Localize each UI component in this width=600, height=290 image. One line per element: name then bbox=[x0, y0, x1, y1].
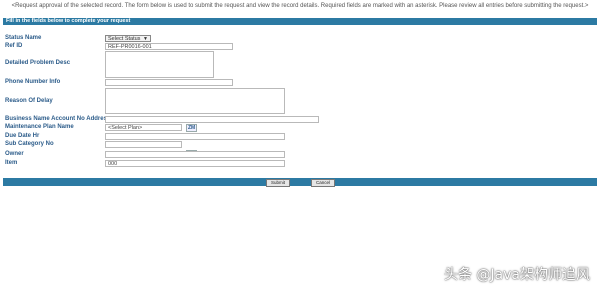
label-plan: Maintenance Plan Name bbox=[5, 124, 74, 130]
phone-field[interactable] bbox=[105, 79, 233, 86]
label-desc: Detailed Problem Desc bbox=[5, 60, 71, 66]
watermark-text: 头条 @Java架构师追风 bbox=[443, 267, 590, 283]
plan-picker-button[interactable]: ZM bbox=[186, 124, 198, 132]
account-field[interactable] bbox=[105, 116, 319, 123]
due-date-field[interactable] bbox=[105, 133, 285, 140]
problem-description-textarea[interactable] bbox=[105, 51, 214, 78]
submit-button[interactable]: Submit bbox=[266, 179, 290, 187]
plan-field[interactable]: <Select Plan> bbox=[105, 124, 182, 131]
label-item: Item bbox=[5, 160, 18, 166]
label-account: Business Name Account No Address bbox=[5, 116, 111, 122]
label-ref: Ref ID bbox=[5, 43, 23, 49]
label-sub: Sub Category No bbox=[5, 141, 54, 147]
cancel-button[interactable]: Cancel bbox=[311, 179, 335, 187]
notice-text: <Request approval of the selected record… bbox=[11, 3, 589, 9]
reason-textarea[interactable] bbox=[105, 88, 285, 114]
sub-category-field[interactable] bbox=[105, 141, 182, 148]
form-header-bar: Fill in the fields below to complete you… bbox=[3, 18, 597, 25]
chevron-down-icon: ▼ bbox=[143, 36, 148, 42]
label-status: Status Name bbox=[5, 35, 42, 41]
owner-field[interactable] bbox=[105, 151, 285, 158]
label-due: Due Date Hr bbox=[5, 133, 40, 139]
ref-field[interactable]: REF-PR0016-001 bbox=[105, 43, 233, 50]
item-field[interactable]: 000 bbox=[105, 160, 285, 167]
status-select-value: Select Status bbox=[108, 36, 141, 42]
form-footer-bar bbox=[3, 178, 597, 186]
label-reason: Reason Of Delay bbox=[5, 98, 53, 104]
label-owner: Owner bbox=[5, 151, 24, 157]
label-phone: Phone Number Info bbox=[5, 79, 61, 85]
status-select[interactable]: Select Status ▼ bbox=[105, 35, 151, 42]
